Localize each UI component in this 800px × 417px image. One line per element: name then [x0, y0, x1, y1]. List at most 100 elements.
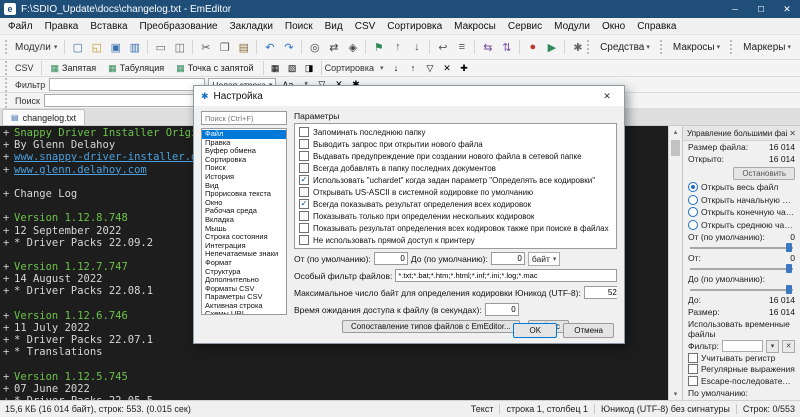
from-default-slider[interactable]	[690, 243, 793, 252]
fold-plus-icon[interactable]: +	[3, 322, 14, 334]
option-show-detect-find-in-files[interactable]: Показывать результат определения всех ко…	[299, 222, 612, 234]
run-macro-icon[interactable]: ▶	[542, 38, 561, 57]
print-preview-icon[interactable]: ◫	[170, 38, 189, 57]
settings-category-history[interactable]: История	[202, 173, 286, 182]
filter-input[interactable]	[49, 78, 206, 91]
csv-semicolon-button[interactable]: ▦ Точка с запятой	[170, 61, 259, 76]
close-button[interactable]: ✕	[774, 0, 800, 18]
word-wrap-icon[interactable]: ↩	[433, 38, 452, 57]
redo-icon[interactable]: ↷	[279, 38, 298, 57]
menu-insert[interactable]: Вставка	[84, 20, 133, 33]
fold-plus-icon[interactable]: +	[3, 285, 14, 297]
menu-bookmarks[interactable]: Закладки	[224, 20, 279, 33]
menu-window[interactable]: Окно	[596, 20, 631, 33]
option-match-case[interactable]: Учитывать регистр	[683, 352, 800, 364]
panel-close-icon[interactable]: ✕	[789, 129, 796, 138]
sort-ascending-icon[interactable]: ↓	[388, 60, 405, 76]
slider-thumb[interactable]	[786, 285, 792, 294]
fold-plus-icon[interactable]: +	[3, 273, 14, 285]
settings-category-csv-options[interactable]: Параметры CSV	[202, 293, 286, 302]
toolbar-macros-dropdown[interactable]: Макросы ▾	[670, 40, 727, 55]
from-slider[interactable]	[690, 264, 793, 273]
maximize-button[interactable]: ☐	[748, 0, 774, 18]
next-bookmark-icon[interactable]: ↓	[407, 38, 426, 57]
previous-bookmark-icon[interactable]: ↑	[388, 38, 407, 57]
settings-category-uri-schemes[interactable]: Схемы URI	[202, 310, 286, 314]
settings-category-clipboard[interactable]: Буфер обмена	[202, 147, 286, 156]
fold-plus-icon[interactable]: +	[3, 127, 14, 139]
settings-category-edit[interactable]: Правка	[202, 139, 286, 148]
from-default-input[interactable]	[373, 252, 408, 265]
toolbar-grip[interactable]	[5, 61, 10, 75]
editor-link[interactable]: www.glenn.delahoy.com	[14, 164, 147, 176]
csv-options-icon[interactable]: ▧	[284, 60, 301, 76]
settings-category-window[interactable]: Окно	[202, 199, 286, 208]
option-always-show-detect-result[interactable]: ✓ Всегда показывать результат определения…	[299, 198, 612, 210]
menu-csv[interactable]: CSV	[349, 20, 382, 33]
option-no-direct-printer[interactable]: Не использовать прямой доступ к принтеру	[299, 234, 612, 246]
radio-open-first-part[interactable]: Открыть начальную часть	[683, 194, 800, 207]
fold-plus-icon[interactable]: +	[3, 334, 14, 346]
undo-icon[interactable]: ↶	[260, 38, 279, 57]
settings-category-search[interactable]: Поиск	[202, 164, 286, 173]
csv-convert-icon[interactable]: ▦	[267, 60, 284, 76]
radio-open-last-part[interactable]: Открыть конечную часть	[683, 206, 800, 219]
option-remember-last-folder[interactable]: Запоминать последнюю папку	[299, 126, 612, 138]
outline-icon[interactable]: ≡	[452, 38, 471, 57]
minimize-button[interactable]: ─	[722, 0, 748, 18]
fold-plus-icon[interactable]: +	[3, 237, 14, 249]
option-warn-new-file-network[interactable]: Выдавать предупреждение при создании нов…	[299, 150, 612, 162]
menu-macros[interactable]: Макросы	[448, 20, 502, 33]
dialog-title-bar[interactable]: ✱ Настройка ✕	[194, 86, 624, 106]
sort-descending-icon[interactable]: ↑	[405, 60, 422, 76]
save-icon[interactable]: ▣	[106, 38, 125, 57]
find-in-files-icon[interactable]: ◈	[343, 38, 362, 57]
option-escape-sequences[interactable]: Escape-последовательности	[683, 375, 800, 387]
print-icon[interactable]: ▭	[151, 38, 170, 57]
open-file-icon[interactable]: ◱	[87, 38, 106, 57]
replace-icon[interactable]: ⇄	[324, 38, 343, 57]
toolbar-grip[interactable]	[659, 40, 665, 54]
settings-category-format[interactable]: Формат	[202, 259, 286, 268]
scroll-up-icon[interactable]: ▴	[674, 126, 678, 138]
dialog-close-button[interactable]: ✕	[594, 91, 620, 102]
tab-changelog[interactable]: ▤ changelog.txt	[2, 109, 86, 125]
caret-position[interactable]: строка 1, столбец 1	[506, 404, 588, 414]
slider-thumb[interactable]	[786, 243, 792, 252]
option-add-to-recent[interactable]: Всегда добавлять в папку последних докум…	[299, 162, 612, 174]
menu-edit[interactable]: Правка	[39, 20, 85, 33]
settings-category-workspace[interactable]: Рабочая среда	[202, 207, 286, 216]
unit-combo[interactable]: байт ▾	[527, 251, 561, 266]
cancel-button[interactable]: Отмена	[563, 322, 614, 338]
settings-category-invisibles[interactable]: Непечатаемые знаки	[202, 250, 286, 259]
cut-icon[interactable]: ✂	[196, 38, 215, 57]
compare-icon[interactable]: ⇆	[478, 38, 497, 57]
scrollbar-thumb[interactable]	[671, 140, 680, 156]
fold-plus-icon[interactable]: +	[3, 346, 14, 358]
to-default-slider[interactable]	[690, 285, 793, 294]
record-macro-icon[interactable]: ●	[523, 38, 542, 57]
settings-category-view[interactable]: Вид	[202, 182, 286, 191]
toolbar-grip[interactable]	[5, 40, 10, 54]
csv-tab-button[interactable]: ▦ Табуляция	[102, 61, 170, 76]
option-use-uchardet[interactable]: ✓ Использовать "uchardet" когда задан пар…	[299, 174, 612, 186]
editor-link[interactable]: www.snappy-driver-installer.org	[14, 151, 210, 163]
settings-category-advanced[interactable]: Дополнительно	[202, 276, 286, 285]
column-select-icon[interactable]: ◨	[301, 60, 318, 76]
toolbar-grip[interactable]	[730, 40, 735, 54]
fold-plus-icon[interactable]: +	[3, 371, 14, 383]
fold-plus-icon[interactable]: +	[3, 225, 14, 237]
fold-plus-icon[interactable]: +	[3, 139, 14, 151]
settings-category-status-bar[interactable]: Строка состояния	[202, 233, 286, 242]
delete-column-icon[interactable]: ✕	[439, 60, 456, 76]
save-all-icon[interactable]: ▥	[125, 38, 144, 57]
bookmark-icon[interactable]: ⚑	[369, 38, 388, 57]
sort-dropdown[interactable]: Сортировка	[325, 63, 374, 73]
settings-category-mouse[interactable]: Мышь	[202, 225, 286, 234]
editor-scrollbar[interactable]: ▴ ▾	[668, 126, 682, 400]
filter-dropdown-icon[interactable]: ▾	[766, 339, 779, 353]
temp-files-row[interactable]: Использовать временные файлы	[683, 318, 800, 340]
stop-button[interactable]: Остановить	[733, 166, 795, 180]
filter-clear-icon[interactable]: ✕	[782, 339, 795, 353]
copy-icon[interactable]: ❐	[215, 38, 234, 57]
